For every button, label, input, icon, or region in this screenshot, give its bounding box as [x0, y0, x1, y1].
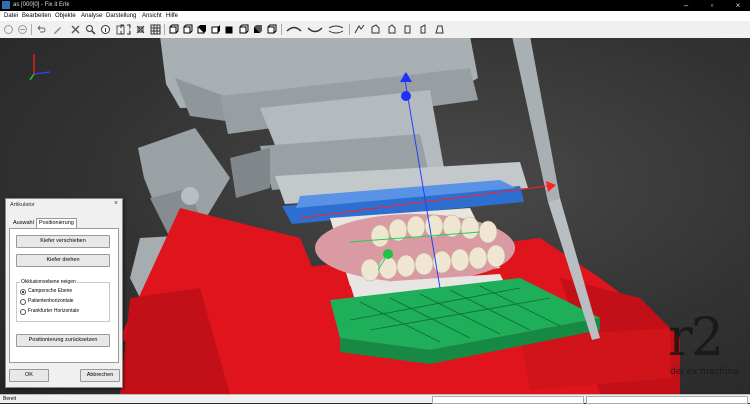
undo-icon[interactable]: [35, 24, 46, 35]
status-panel: [432, 396, 584, 404]
ok-button[interactable]: OK: [9, 369, 49, 382]
undo-disabled-icon[interactable]: [3, 24, 14, 35]
articulator-icon[interactable]: [327, 24, 345, 35]
radio-icon[interactable]: [20, 309, 26, 315]
occlusal-plane-group: Okklusionsebene neigen Campersche Ebene …: [16, 279, 110, 322]
move-jaw-button[interactable]: Kiefer verschieben: [16, 235, 110, 248]
menu-darstellung[interactable]: Darstellung: [106, 12, 136, 20]
close-icon[interactable]: ×: [726, 0, 750, 11]
zoom-icon[interactable]: [85, 24, 96, 35]
tool-a-icon[interactable]: [354, 24, 365, 35]
rotate-jaw-button[interactable]: Kiefer drehen: [16, 254, 110, 267]
occlusal-group-title: Okklusionsebene neigen: [20, 279, 77, 285]
menu-analyse[interactable]: Analyse: [81, 12, 102, 20]
watermark-logo: r2: [668, 308, 724, 368]
menu-objekte[interactable]: Objekte: [55, 12, 76, 20]
toolbar-separator: [31, 24, 32, 35]
radio-icon[interactable]: [20, 299, 26, 305]
articulator-dialog: Artikulator × Auswahl Positionierung Kie…: [5, 198, 123, 388]
menu-bar: Datei Bearbeiten Objekte Analyse Darstel…: [0, 11, 750, 21]
view-top-icon[interactable]: [196, 24, 207, 35]
radio-selected-icon[interactable]: [20, 289, 26, 295]
status-panel: [586, 396, 748, 404]
redo-disabled-icon[interactable]: [17, 24, 28, 35]
delete-icon[interactable]: [70, 24, 81, 35]
axis-gizmo-icon: [29, 54, 51, 81]
watermark-tagline: dei ex machina: [670, 367, 739, 377]
arch-icon[interactable]: [285, 24, 303, 35]
view-right-icon[interactable]: [238, 24, 249, 35]
dialog-title: Artikulator: [10, 202, 35, 208]
tool-c-icon[interactable]: [386, 24, 397, 35]
toolbar-separator: [349, 24, 350, 35]
app-icon: [2, 1, 10, 9]
toolbar-separator: [281, 24, 282, 35]
toolbar-separator: [164, 24, 165, 35]
cancel-button[interactable]: Abbrechen: [80, 369, 120, 382]
view-bottom-icon[interactable]: [210, 24, 221, 35]
dialog-close-icon[interactable]: ×: [114, 200, 118, 207]
view-front-icon[interactable]: [168, 24, 179, 35]
menu-hilfe[interactable]: Hilfe: [166, 12, 178, 20]
positioning-panel: Kiefer verschieben Kiefer drehen Okklusi…: [9, 228, 119, 363]
radio-label: Frankfurter Horizontale: [28, 308, 80, 314]
menu-datei[interactable]: Datei: [4, 12, 18, 20]
cube-icon[interactable]: [266, 24, 277, 35]
minimize-icon[interactable]: –: [674, 0, 698, 11]
brand-watermark: r2 dei ex machina: [664, 308, 744, 380]
window-title: as [000]0] - Fix it Erik: [13, 2, 70, 8]
grid-icon[interactable]: [150, 24, 161, 35]
edit-icon[interactable]: [52, 24, 63, 35]
menu-bearbeiten[interactable]: Bearbeiten: [22, 12, 51, 20]
view-iso-icon[interactable]: [252, 24, 263, 35]
tab-auswahl[interactable]: Auswahl: [11, 219, 36, 228]
radio-label: Patientenhorizontale: [28, 298, 74, 304]
menu-ansicht[interactable]: Ansicht: [142, 12, 162, 20]
tool-e-icon[interactable]: [418, 24, 429, 35]
info-icon[interactable]: [100, 24, 111, 35]
arch-lower-icon[interactable]: [306, 24, 324, 35]
tool-d-icon[interactable]: [402, 24, 413, 35]
title-bar: as [000]0] - Fix it Erik – ▫ ×: [0, 0, 750, 11]
maximize-icon[interactable]: ▫: [700, 0, 724, 11]
tool-f-icon[interactable]: [434, 24, 445, 35]
view-left-icon[interactable]: [224, 24, 235, 35]
reset-position-button[interactable]: Positionierung zurücksetzen: [16, 334, 110, 347]
select-icon[interactable]: [135, 24, 146, 35]
radio-label: Campersche Ebene: [28, 288, 73, 294]
fit-icon[interactable]: [120, 24, 131, 35]
tool-b-icon[interactable]: [370, 24, 381, 35]
view-back-icon[interactable]: [182, 24, 193, 35]
toolbar: [0, 21, 750, 39]
